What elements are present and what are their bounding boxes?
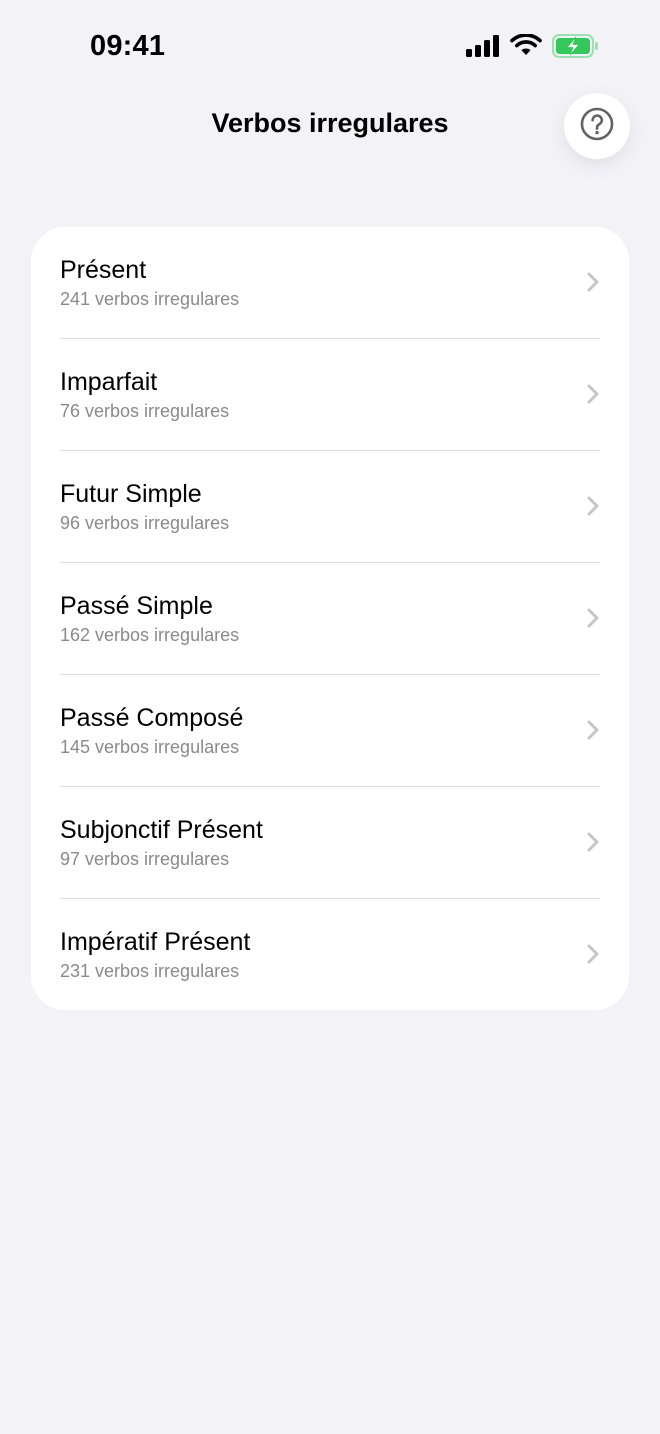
list-item-title: Impératif Présent <box>60 928 251 956</box>
list-item-subjonctif-present[interactable]: Subjonctif Présent 97 verbos irregulares <box>31 787 629 899</box>
list-item-subtitle: 145 verbos irregulares <box>60 737 240 757</box>
list-item-subtitle: 96 verbos irregulares <box>60 513 230 533</box>
status-bar: 09:41 <box>0 0 660 96</box>
list-item-passe-compose[interactable]: Passé Composé 145 verbos irregulares <box>31 675 629 787</box>
list-item-title: Subjonctif Présent <box>60 816 263 844</box>
cellular-signal-icon <box>466 34 500 62</box>
list-item-present[interactable]: Présent 241 verbos irregulares <box>31 227 629 339</box>
chevron-right-icon <box>587 720 599 740</box>
chevron-right-icon <box>587 384 599 404</box>
list-item-imparfait[interactable]: Imparfait 76 verbos irregulares <box>31 339 629 451</box>
list-item-subtitle: 97 verbos irregulares <box>60 849 230 869</box>
status-icons <box>466 32 600 63</box>
list-item-imperatif-present[interactable]: Impératif Présent 231 verbos irregulares <box>31 899 629 1010</box>
chevron-right-icon <box>587 496 599 516</box>
battery-charging-icon <box>552 33 600 63</box>
list-item-subtitle: 241 verbos irregulares <box>60 289 240 309</box>
list-item-title: Passé Simple <box>60 592 213 620</box>
list-item-passe-simple[interactable]: Passé Simple 162 verbos irregulares <box>31 563 629 675</box>
help-button[interactable] <box>564 93 630 159</box>
list-item-title: Présent <box>60 256 147 284</box>
chevron-right-icon <box>587 832 599 852</box>
list-item-title: Imparfait <box>60 368 158 396</box>
page-title: Verbos irregulares <box>211 108 449 138</box>
list-item-subtitle: 76 verbos irregulares <box>60 401 230 421</box>
list-item-title: Passé Composé <box>60 704 244 732</box>
chevron-right-icon <box>587 608 599 628</box>
question-circle-icon <box>580 107 614 146</box>
status-time: 09:41 <box>90 30 166 62</box>
chevron-right-icon <box>587 272 599 292</box>
wifi-icon <box>510 32 542 63</box>
tense-list: Présent 241 verbos irregulares Imparfait… <box>31 227 629 1010</box>
list-item-subtitle: 231 verbos irregulares <box>60 961 240 981</box>
list-item-futur-simple[interactable]: Futur Simple 96 verbos irregulares <box>31 451 629 563</box>
chevron-right-icon <box>587 944 599 964</box>
list-item-title: Futur Simple <box>60 480 202 508</box>
list-item-subtitle: 162 verbos irregulares <box>60 625 240 645</box>
